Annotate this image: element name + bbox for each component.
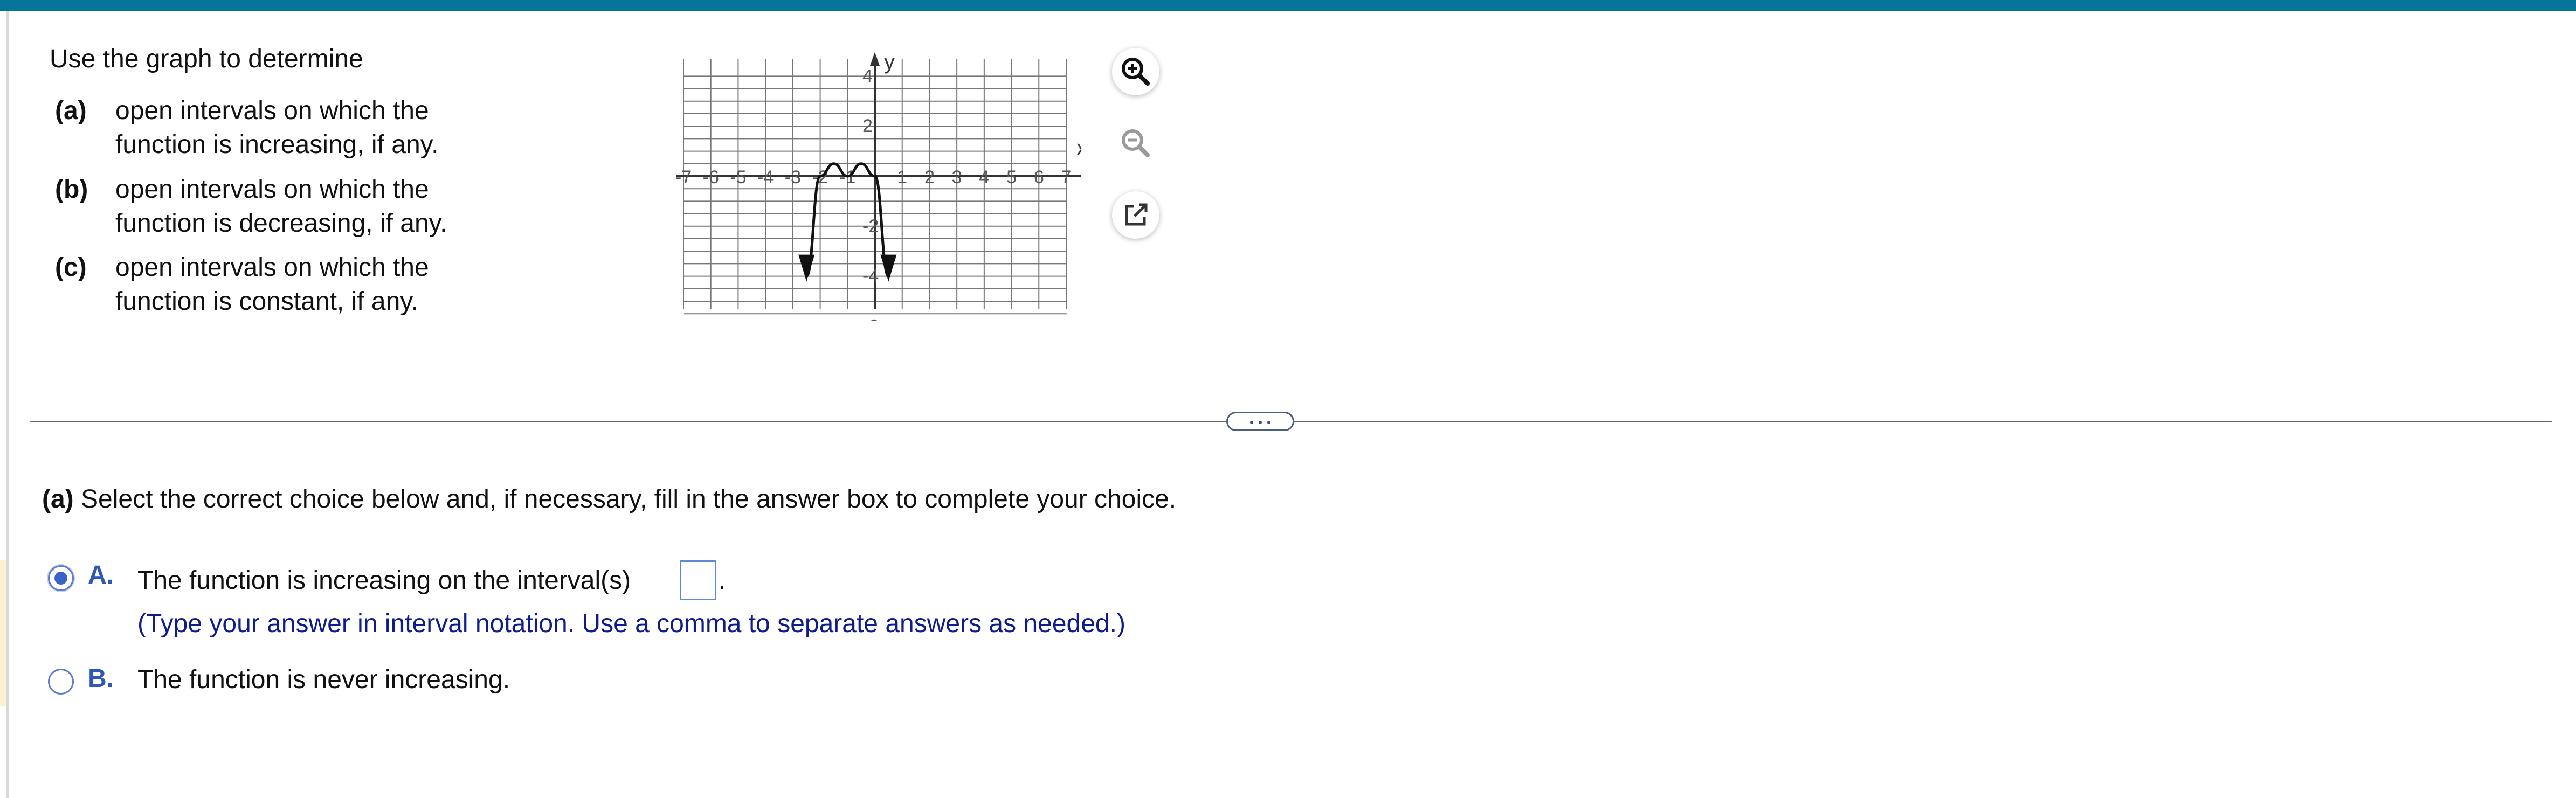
- x-tick-label: 6: [1034, 167, 1044, 188]
- x-tick-label: -6: [703, 167, 719, 188]
- x-tick-label: 2: [924, 167, 935, 188]
- zoom-out-icon: [1122, 129, 1150, 157]
- question-intro: Use the graph to determine: [50, 45, 363, 73]
- x-tick-label: 3: [952, 167, 962, 188]
- part-b-line2: function is decreasing, if any.: [115, 209, 447, 238]
- zoom-in-button[interactable]: [1112, 48, 1159, 95]
- more-dot-icon: [1267, 421, 1270, 424]
- part-b-line1: open intervals on which the: [115, 175, 429, 204]
- part-a-line2: function is increasing, if any.: [115, 130, 439, 159]
- instruction-text: Select the correct choice below and, if …: [81, 485, 1177, 514]
- expand-collapse-button[interactable]: [1226, 412, 1294, 431]
- instruction-part-label: (a): [42, 485, 74, 514]
- choice-a-hint: (Type your answer in interval notation. …: [137, 609, 1125, 638]
- part-a-line1: open intervals on which the: [115, 96, 429, 125]
- x-tick-label: -7: [675, 167, 692, 188]
- x-tick-label: 4: [979, 167, 989, 188]
- x-tick-label: 5: [1006, 167, 1017, 188]
- y-tick-label: 2: [862, 116, 873, 136]
- external-link-icon: [1125, 203, 1148, 226]
- instruction: (a) Select the correct choice below and,…: [42, 484, 1176, 515]
- top-bar: [0, 0, 2576, 11]
- x-tick-label: -5: [730, 167, 746, 188]
- y-axis-label: y: [884, 51, 895, 74]
- curve-arrow-right: [880, 254, 897, 282]
- y-tick-label: -4: [862, 266, 879, 287]
- side-indicator-tab: [0, 560, 6, 706]
- curve-arrow-left: [798, 254, 815, 282]
- open-in-new-window-button[interactable]: [1112, 191, 1159, 239]
- part-c-label: (c): [55, 253, 87, 282]
- zoom-out-button[interactable]: [1112, 120, 1159, 167]
- function-graph: x y -7-6-5-4-3-2-1123456742-2-4-6: [675, 51, 1081, 321]
- x-axis-label: x: [1076, 136, 1081, 160]
- interval-answer-input[interactable]: [680, 560, 716, 600]
- x-tick-label: 1: [897, 167, 907, 188]
- zoom-in-icon: [1122, 58, 1150, 86]
- y-tick-label: -6: [862, 316, 879, 321]
- choice-a-radio[interactable]: [48, 565, 74, 591]
- part-b-label: (b): [55, 175, 88, 204]
- x-tick-label: -3: [785, 167, 801, 188]
- y-axis-arrow: [870, 52, 880, 66]
- choice-a-letter[interactable]: A.: [88, 560, 114, 590]
- y-tick-label: -2: [862, 216, 879, 237]
- choice-b-text[interactable]: The function is never increasing.: [137, 665, 510, 695]
- x-tick-label: 7: [1061, 167, 1072, 188]
- y-tick-label: 4: [862, 66, 873, 86]
- choice-a-text[interactable]: The function is increasing on the interv…: [137, 566, 631, 596]
- x-tick-label: -4: [757, 167, 774, 188]
- choice-a-period: .: [719, 566, 726, 595]
- more-dot-icon: [1250, 421, 1253, 424]
- left-edge-border: [6, 11, 9, 798]
- choice-b-radio[interactable]: [48, 669, 74, 695]
- choice-b-letter[interactable]: B.: [88, 664, 114, 693]
- more-dot-icon: [1259, 421, 1262, 424]
- part-c-line1: open intervals on which the: [115, 253, 429, 282]
- part-a-label: (a): [55, 96, 87, 125]
- radio-selected-dot: [54, 572, 67, 585]
- part-c-line2: function is constant, if any.: [115, 287, 419, 316]
